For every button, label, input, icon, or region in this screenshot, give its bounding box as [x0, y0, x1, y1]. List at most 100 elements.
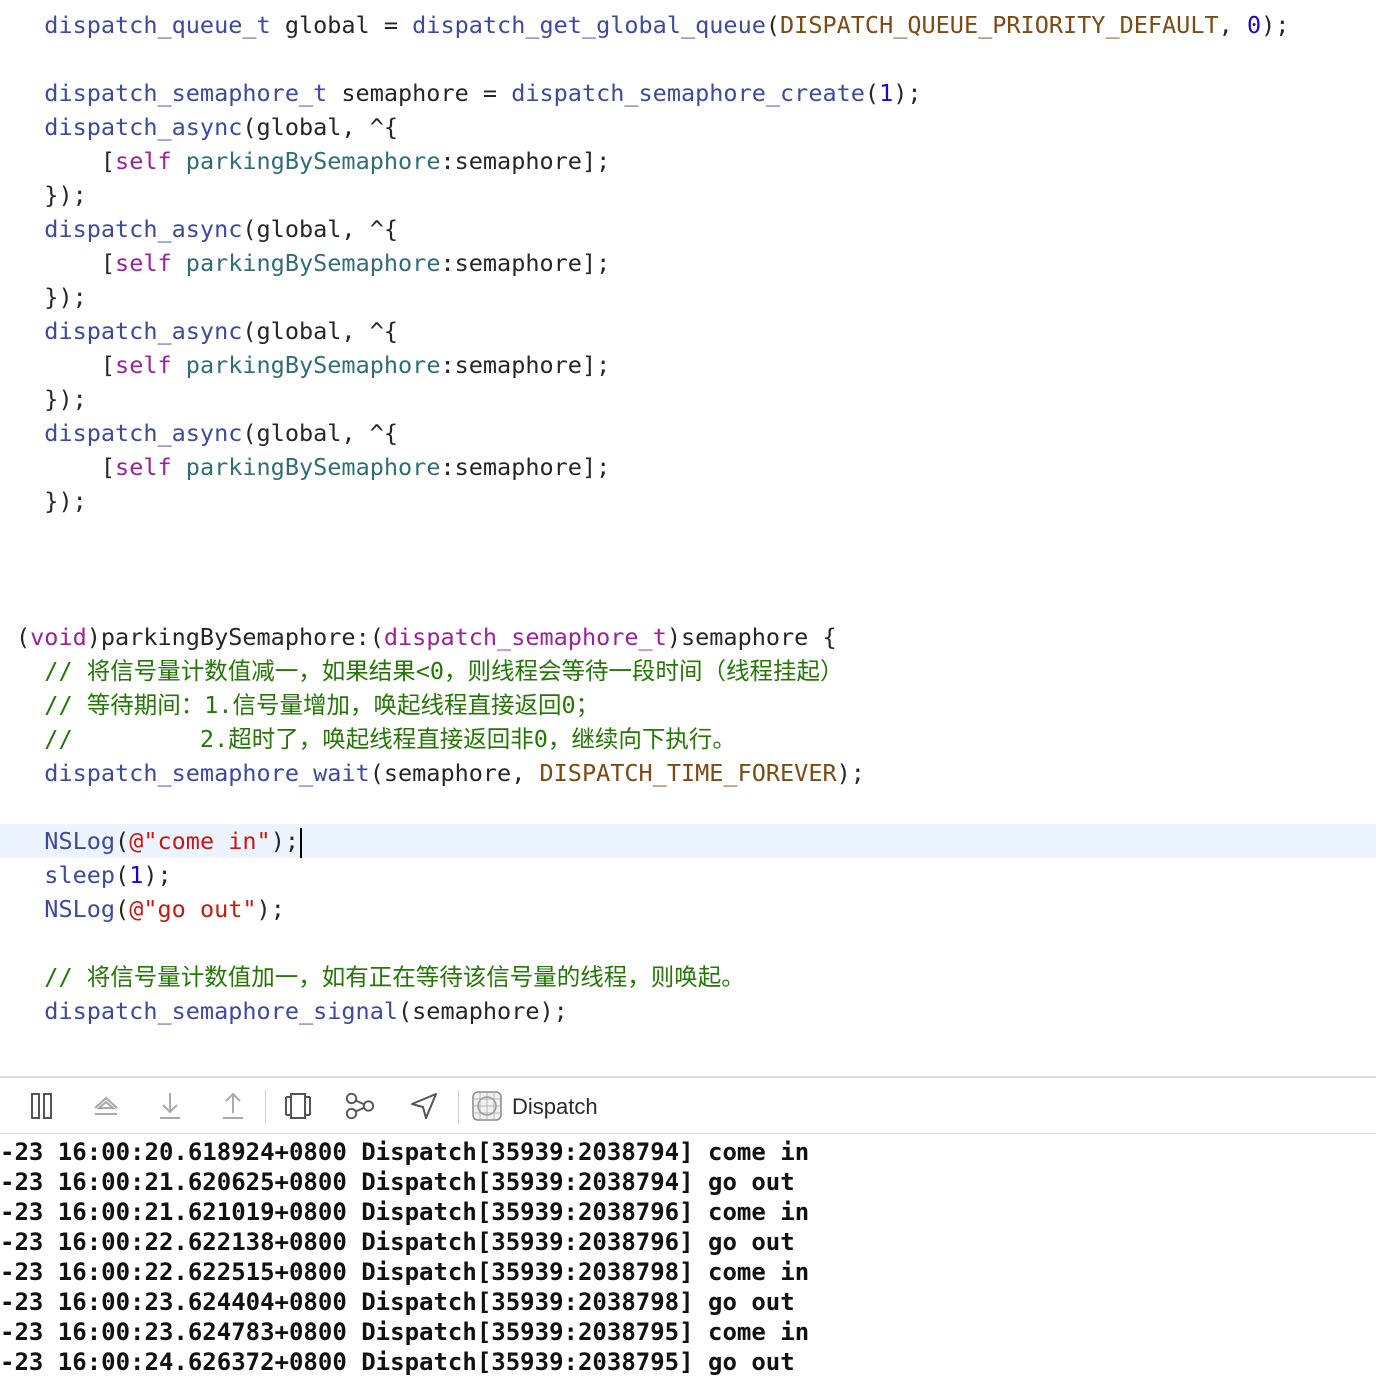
code-line[interactable]: [0, 42, 1376, 76]
simulate-location-icon[interactable]: [408, 1090, 440, 1122]
code-token: (global, ^{: [242, 419, 399, 447]
code-line[interactable]: // 等待期间：1.信号量增加，唤起线程直接返回0；: [0, 688, 1376, 722]
console-output[interactable]: -23 16:00:20.618924+0800 Dispatch[35939:…: [0, 1134, 1376, 1384]
code-line[interactable]: dispatch_semaphore_t semaphore = dispatc…: [0, 76, 1376, 110]
code-token: (global, ^{: [242, 215, 399, 243]
code-token: dispatch_async: [44, 317, 243, 345]
code-token: dispatch_get_global_queue: [412, 11, 766, 39]
code-token: parkingBySemaphore: [185, 147, 441, 175]
target-name[interactable]: Dispatch: [512, 1092, 598, 1122]
code-line[interactable]: dispatch_async(global, ^{: [0, 314, 1376, 348]
code-token: // 将信号量计数值减一，如果结果<0，则线程会等待一段时间（线程挂起）: [16, 657, 844, 685]
code-token: semaphore =: [327, 79, 512, 107]
code-token: 1: [129, 861, 144, 889]
code-token: self: [115, 351, 172, 379]
code-token: dispatch_semaphore_wait: [44, 759, 370, 787]
code-line[interactable]: });: [0, 178, 1376, 212]
current-code-line[interactable]: NSLog(@"come in");: [0, 824, 1376, 858]
console-log-line: -23 16:00:23.624404+0800 Dispatch[35939:…: [0, 1288, 795, 1316]
code-line[interactable]: dispatch_async(global, ^{: [0, 110, 1376, 144]
toolbar-divider: [265, 1090, 266, 1124]
code-token: sleep: [44, 861, 116, 889]
step-over-icon[interactable]: [90, 1090, 122, 1122]
code-token: :semaphore];: [440, 249, 611, 277]
code-token: (semaphore);: [398, 997, 568, 1025]
code-line[interactable]: // 将信号量计数值减一，如果结果<0，则线程会等待一段时间（线程挂起）: [0, 654, 1376, 688]
code-line[interactable]: (void)parkingBySemaphore:(dispatch_semap…: [0, 620, 1376, 654]
code-line[interactable]: [self parkingBySemaphore:semaphore];: [0, 450, 1376, 484]
code-token: });: [16, 385, 87, 413]
app-target-icon[interactable]: [471, 1090, 503, 1122]
code-line[interactable]: // 2.超时了，唤起线程直接返回非0，继续向下执行。: [0, 722, 1376, 756]
code-token: 1: [879, 79, 894, 107]
code-token: });: [16, 487, 87, 515]
view-debugger-icon[interactable]: [282, 1090, 314, 1122]
code-line[interactable]: });: [0, 484, 1376, 518]
code-editor[interactable]: dispatch_queue_t global = dispatch_get_g…: [0, 0, 1376, 1076]
code-token: (: [115, 827, 130, 855]
code-token: [: [16, 249, 116, 277]
code-token: DISPATCH_TIME_FOREVER: [539, 759, 837, 787]
code-line[interactable]: [0, 518, 1376, 552]
code-line[interactable]: dispatch_semaphore_signal(semaphore);: [0, 994, 1376, 1028]
code-token: global =: [270, 11, 413, 39]
code-line[interactable]: dispatch_async(global, ^{: [0, 416, 1376, 450]
step-into-icon[interactable]: [154, 1090, 186, 1122]
code-token: [: [16, 453, 116, 481]
console-log-line: -23 16:00:23.624783+0800 Dispatch[35939:…: [0, 1318, 810, 1346]
code-line[interactable]: [0, 790, 1376, 824]
code-token: (: [115, 895, 130, 923]
code-token: (global, ^{: [242, 317, 399, 345]
code-line[interactable]: });: [0, 280, 1376, 314]
console-log-line: -23 16:00:22.622138+0800 Dispatch[35939:…: [0, 1228, 795, 1256]
code-token: :semaphore];: [440, 147, 611, 175]
memory-graph-icon[interactable]: [344, 1090, 376, 1122]
toolbar-divider: [458, 1090, 459, 1124]
code-line[interactable]: });: [0, 382, 1376, 416]
code-line[interactable]: [0, 926, 1376, 960]
code-token: dispatch_semaphore_signal: [44, 997, 399, 1025]
console-log-line: -23 16:00:21.621019+0800 Dispatch[35939:…: [0, 1198, 810, 1226]
step-out-icon[interactable]: [217, 1090, 249, 1122]
hide-debug-area-icon[interactable]: [26, 1090, 58, 1122]
code-token: );: [893, 79, 922, 107]
text-cursor: [299, 827, 302, 858]
code-line[interactable]: // 将信号量计数值加一，如有正在等待该信号量的线程，则唤起。: [0, 960, 1376, 994]
code-token: dispatch_async: [44, 419, 243, 447]
code-token: dispatch_async: [44, 113, 243, 141]
console-log-line: -23 16:00:22.622515+0800 Dispatch[35939:…: [0, 1258, 810, 1286]
code-token: dispatch_semaphore_t: [383, 623, 667, 651]
code-line[interactable]: dispatch_queue_t global = dispatch_get_g…: [0, 8, 1376, 42]
debug-toolbar: Dispatch: [0, 1076, 1376, 1134]
code-token: DISPATCH_QUEUE_PRIORITY_DEFAULT: [780, 11, 1219, 39]
code-token: parkingBySemaphore: [185, 351, 441, 379]
code-token: :semaphore];: [440, 453, 611, 481]
code-token: });: [16, 283, 87, 311]
code-line[interactable]: [self parkingBySemaphore:semaphore];: [0, 246, 1376, 280]
code-line[interactable]: NSLog(@"go out");: [0, 892, 1376, 926]
code-line[interactable]: [self parkingBySemaphore:semaphore];: [0, 348, 1376, 382]
code-token: self: [115, 453, 172, 481]
code-token: void: [30, 623, 87, 651]
code-line[interactable]: dispatch_semaphore_wait(semaphore, DISPA…: [0, 756, 1376, 790]
code-line[interactable]: [0, 552, 1376, 586]
code-line[interactable]: dispatch_async(global, ^{: [0, 212, 1376, 246]
code-line[interactable]: [0, 586, 1376, 620]
code-token: dispatch_semaphore_create: [511, 79, 865, 107]
code-token: });: [16, 181, 87, 209]
console-log-line: -23 16:00:21.620625+0800 Dispatch[35939:…: [0, 1168, 795, 1196]
code-line[interactable]: sleep(1);: [0, 858, 1376, 892]
code-token: );: [270, 827, 299, 855]
code-line[interactable]: [self parkingBySemaphore:semaphore];: [0, 144, 1376, 178]
code-token: (global, ^{: [242, 113, 399, 141]
